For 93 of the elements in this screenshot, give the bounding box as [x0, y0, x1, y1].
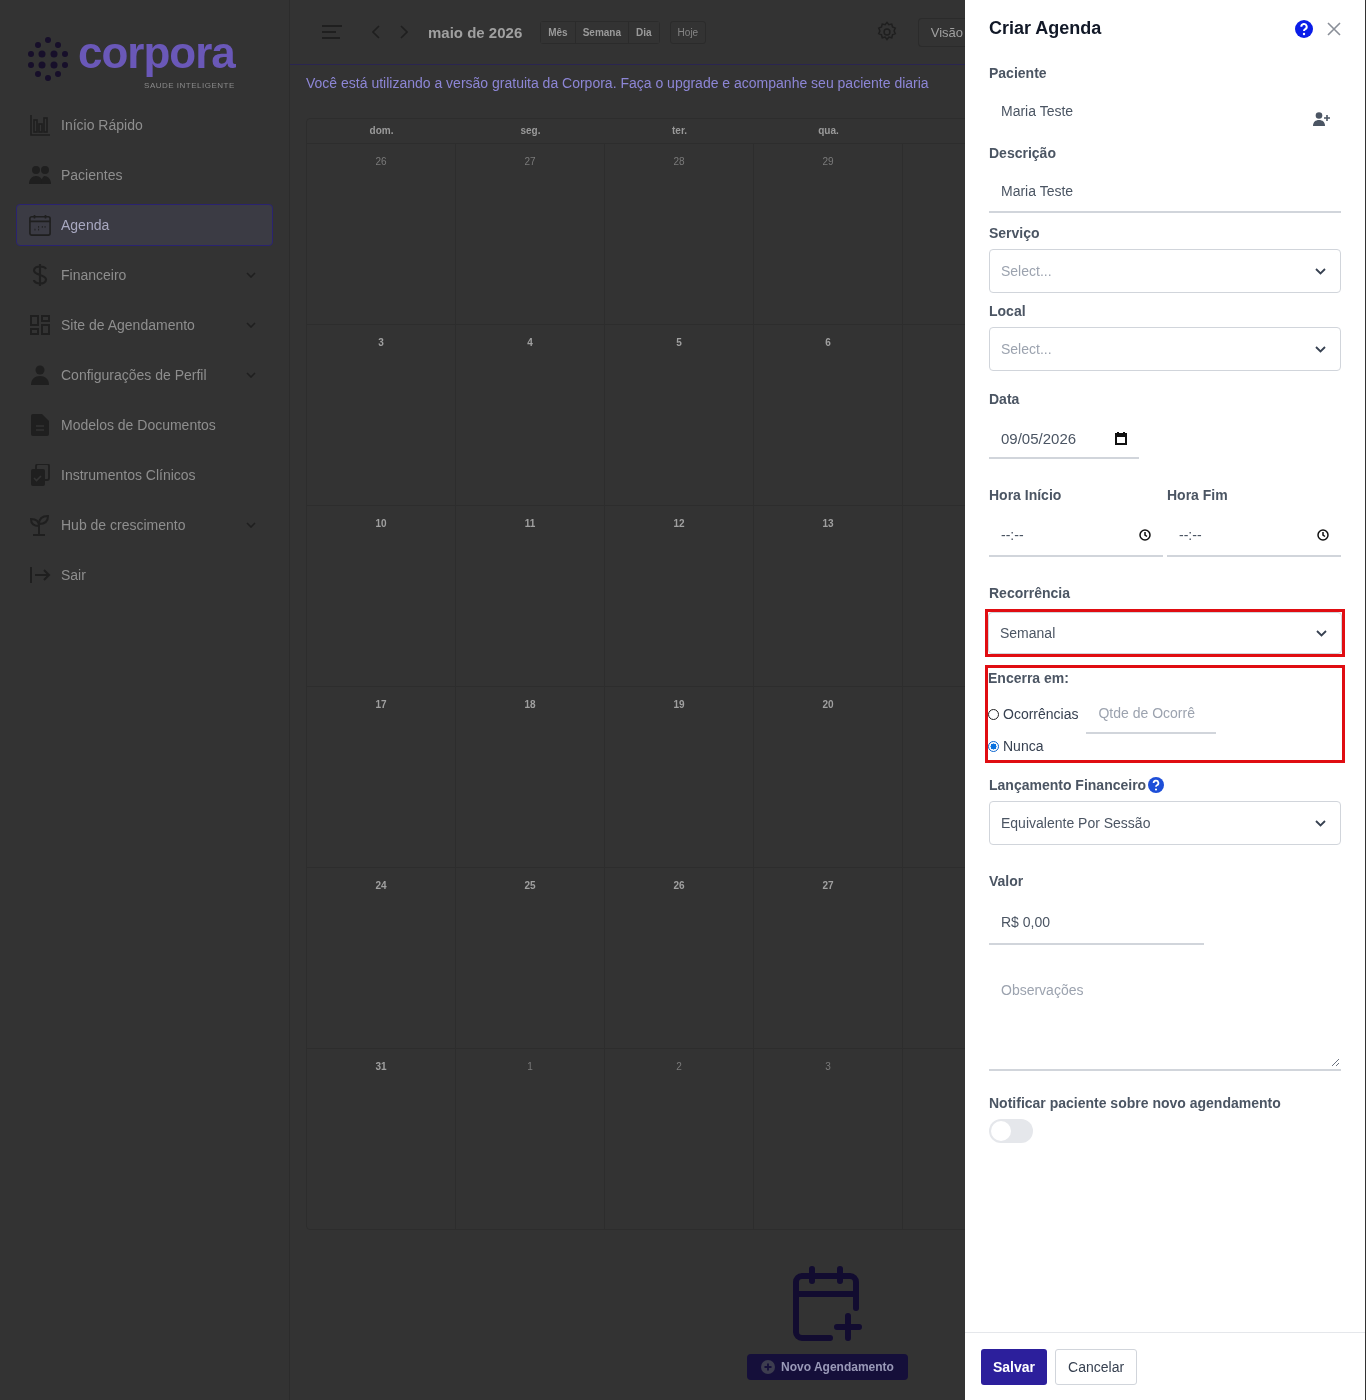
day-number: 10 [375, 518, 387, 529]
field-label: Valor [989, 873, 1025, 889]
field-label: Hora Fim [1167, 487, 1229, 503]
day-number: 17 [375, 699, 387, 710]
cancel-button[interactable]: Cancelar [1055, 1348, 1138, 1385]
today-button[interactable]: Hoje [669, 20, 707, 44]
day-number: 28 [673, 156, 685, 167]
day-number: 3 [825, 1061, 831, 1072]
radio-option[interactable]: Nunca [988, 738, 1044, 754]
day-number: 12 [673, 518, 685, 529]
help-icon[interactable] [1295, 19, 1313, 38]
field-label: Data [989, 391, 1021, 407]
field-label: Hora Início [989, 487, 1063, 503]
add-person-icon[interactable] [1313, 112, 1330, 126]
drawer-title: Criar Agenda [989, 18, 1103, 39]
field-label: Encerra em: [988, 670, 1070, 686]
radio-option[interactable]: Ocorrências [988, 706, 1079, 722]
plus-circle-icon [761, 1360, 776, 1374]
day-number: 19 [673, 699, 685, 710]
field-label: Lançamento Financeiro [989, 777, 1147, 793]
sidebar-item[interactable]: Agenda [16, 204, 273, 247]
date-field[interactable]: 09/05/2026 [989, 419, 1139, 459]
calendar-icon [1115, 431, 1127, 445]
sidebar-item[interactable]: Site de Agendamento [16, 304, 273, 347]
day-number: 6 [825, 337, 831, 348]
sidebar-item[interactable]: Hub de crescimento [16, 504, 273, 547]
logo-wordmark: corpora [78, 28, 235, 79]
field-label: Local [989, 303, 1027, 319]
chevron-down-icon [1316, 629, 1327, 637]
field-label: Serviço [989, 225, 1041, 241]
sidebar-item[interactable]: Instrumentos Clínicos [16, 454, 273, 497]
chevron-down-icon [1315, 345, 1326, 353]
weekday-header: ter. [671, 124, 688, 138]
day-number: 31 [375, 1061, 387, 1072]
logo-tagline: SAUDE INTELIGENTE [144, 80, 235, 91]
chevron-down-icon [1315, 267, 1326, 275]
day-number: 5 [676, 337, 682, 348]
day-number: 11 [524, 518, 536, 529]
field-label: Recorrência [989, 585, 1071, 601]
day-number: 26 [375, 156, 387, 167]
day-number: 24 [375, 880, 387, 891]
upgrade-message: Você está utilizando a versão gratuita da Corpora. Faça o upgrade e acompanhe seu paciente diaria [305, 73, 930, 93]
help-icon[interactable] [1148, 777, 1165, 793]
day-number: 4 [527, 337, 533, 348]
description-field[interactable]: Maria Teste [989, 171, 1341, 213]
day-number: 26 [673, 880, 685, 891]
month-title: maio de 2026 [428, 23, 523, 41]
location-select[interactable]: Select... [989, 327, 1341, 371]
field-label: Notificar paciente sobre novo agendamento [989, 1095, 1282, 1111]
new-appointment-button[interactable]: Novo Agendamento [747, 1354, 908, 1380]
amount-field[interactable]: R$ 0,00 [989, 901, 1204, 945]
field-label: Descrição [989, 145, 1057, 161]
close-icon[interactable] [1327, 21, 1341, 36]
day-number: 29 [822, 156, 834, 167]
weekday-header: dom. [368, 124, 395, 138]
sidebar-item[interactable]: Pacientes [16, 154, 273, 197]
sidebar-item[interactable]: Financeiro [16, 254, 273, 297]
calendar-plus-icon [791, 1266, 864, 1342]
day-number: 18 [524, 699, 536, 710]
chevron-down-icon [1315, 819, 1326, 827]
sidebar-item[interactable]: Configurações de Perfil [16, 354, 273, 397]
day-number: 1 [527, 1061, 533, 1072]
recurrence-select[interactable]: Semanal [988, 612, 1342, 654]
patient-field[interactable]: Maria Teste [989, 89, 1301, 133]
notes-field[interactable]: Observações [989, 967, 1341, 1071]
resize-grip-icon[interactable] [1331, 1058, 1339, 1066]
day-number: 27 [524, 156, 536, 167]
calendar-icon [29, 213, 51, 238]
day-number: 25 [524, 880, 536, 891]
sidebar-item[interactable]: Sair [16, 554, 273, 597]
clock-icon [1139, 529, 1151, 541]
view-button[interactable]: Visão [917, 17, 965, 47]
clock-icon [1317, 529, 1329, 541]
toggle-switch[interactable] [989, 1119, 1033, 1143]
end-time-field[interactable]: --:-- [1167, 515, 1341, 557]
start-time-field[interactable]: --:-- [989, 515, 1163, 557]
day-number: 20 [822, 699, 834, 710]
day-number: 2 [676, 1061, 682, 1072]
day-number: 13 [822, 518, 834, 529]
save-button[interactable]: Salvar [981, 1348, 1048, 1385]
sidebar-item[interactable]: Modelos de Documentos [16, 404, 273, 447]
logo-icon [26, 36, 70, 83]
weekday-header: qua. [817, 124, 840, 138]
day-number: 27 [822, 880, 834, 891]
occurrences-field[interactable]: Qtde de Ocorrê [1086, 694, 1217, 734]
financial-select[interactable]: Equivalente Por Sessão [989, 801, 1341, 845]
day-number: 3 [378, 337, 384, 348]
weekday-header: seg. [519, 124, 542, 138]
sidebar-item[interactable]: Início Rápido [16, 104, 273, 147]
radio-button[interactable] [988, 740, 999, 752]
service-select[interactable]: Select... [989, 249, 1341, 293]
field-label: Paciente [989, 65, 1048, 81]
view-tab[interactable]: Mês [541, 21, 576, 43]
